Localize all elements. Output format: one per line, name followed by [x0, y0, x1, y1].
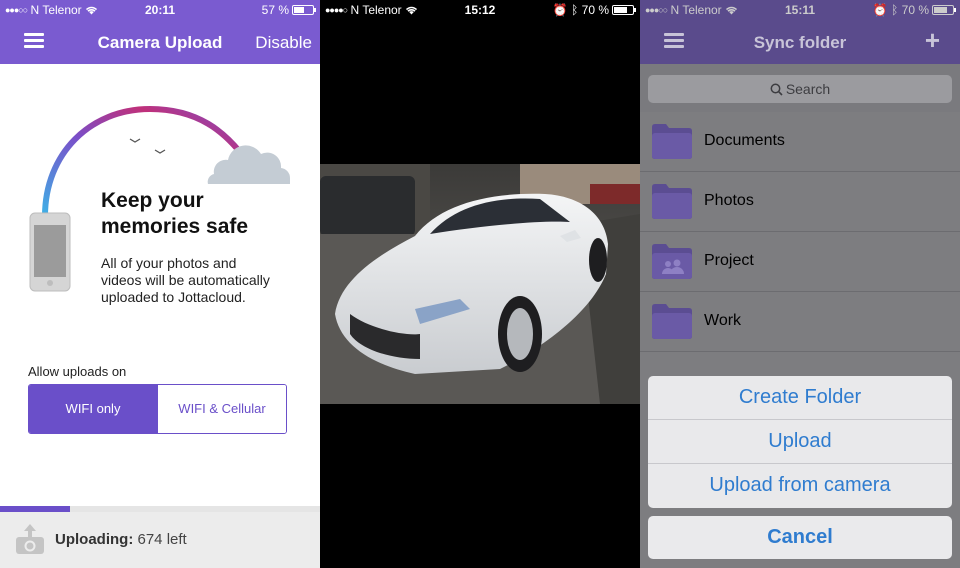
uploading-count: 674 left	[137, 531, 187, 548]
alarm-icon: ⏰	[552, 3, 568, 17]
upload-status-bar: Uploading: 674 left	[0, 512, 320, 568]
bluetooth-icon: ᛒ	[891, 3, 899, 17]
folder-name: Project	[704, 252, 754, 269]
status-bar: ●●●●○ N Telenor 15:12 ⏰ ᛒ 70 %	[320, 0, 640, 20]
bluetooth-icon: ᛒ	[571, 3, 579, 17]
battery-icon	[612, 5, 636, 15]
nav-bar: Camera Upload Disable	[0, 20, 320, 64]
description-line-3: uploaded to Jottacloud.	[101, 289, 246, 305]
battery-percent: 70 %	[581, 3, 609, 17]
camera-upload-icon	[16, 524, 44, 554]
folder-name: Work	[704, 312, 742, 329]
upload-button[interactable]: Upload	[648, 420, 952, 464]
camera-upload-screen: ●●●○○ N Telenor 20:11 57 % Camera Upload…	[0, 0, 320, 568]
description-line-2: videos will be automatically	[101, 272, 270, 288]
folder-row-project[interactable]: Project	[640, 232, 960, 292]
headline: Keep your memories safe	[101, 188, 291, 240]
description: All of your photos and videos will be aut…	[101, 255, 301, 306]
cancel-button[interactable]: Cancel	[648, 516, 952, 559]
status-bar: ●●●○○ N Telenor 15:11 ⏰ ᛒ 70 %	[640, 0, 960, 20]
wifi-cellular-option[interactable]: WIFI & Cellular	[157, 385, 286, 433]
folder-row-photos[interactable]: Photos	[640, 172, 960, 232]
upload-from-camera-button[interactable]: Upload from camera	[648, 464, 952, 508]
car-photo[interactable]	[320, 164, 640, 404]
add-button[interactable]: +	[925, 25, 940, 56]
folder-icon	[652, 124, 692, 159]
wifi-only-option[interactable]: WIFI only	[29, 385, 157, 433]
uploading-label: Uploading:	[55, 531, 134, 548]
photo-viewer-screen: ●●●●○ N Telenor 15:12 ⏰ ᛒ 70 %	[320, 0, 640, 568]
headline-line-1: Keep your	[101, 189, 204, 212]
search-icon	[770, 83, 783, 96]
sync-folder-screen: ●●●○○ N Telenor 15:11 ⏰ ᛒ 70 % Sync fold…	[640, 0, 960, 568]
shared-folder-icon	[652, 244, 692, 279]
folder-name: Photos	[704, 192, 754, 209]
folder-row-documents[interactable]: Documents	[640, 112, 960, 172]
folder-row-work[interactable]: Work	[640, 292, 960, 352]
folder-icon	[652, 184, 692, 219]
status-bar: ●●●○○ N Telenor 20:11 57 %	[0, 0, 320, 20]
alarm-icon: ⏰	[872, 3, 888, 17]
battery-icon	[932, 5, 956, 15]
folder-icon	[652, 304, 692, 339]
disable-button[interactable]: Disable	[255, 33, 312, 53]
allow-uploads-label: Allow uploads on	[28, 364, 127, 379]
create-folder-button[interactable]: Create Folder	[648, 376, 952, 420]
nav-bar: Sync folder +	[640, 20, 960, 64]
folder-name: Documents	[704, 132, 785, 149]
search-placeholder: Search	[785, 81, 831, 97]
battery-percent: 57 %	[261, 3, 289, 17]
battery-percent: 70 %	[901, 3, 929, 17]
upload-network-toggle: WIFI only WIFI & Cellular	[28, 384, 287, 434]
action-sheet: Create Folder Upload Upload from camera	[648, 376, 952, 508]
search-input[interactable]: Search	[648, 75, 952, 103]
battery-icon	[292, 5, 316, 15]
headline-line-2: memories safe	[101, 215, 249, 238]
description-line-1: All of your photos and	[101, 255, 237, 271]
search-area: Search	[640, 64, 960, 112]
page-title: Sync folder	[753, 33, 847, 52]
